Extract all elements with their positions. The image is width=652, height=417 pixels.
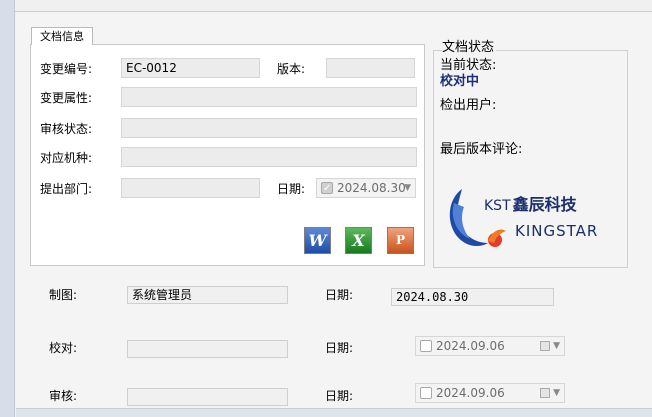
- label-mask: [94, 121, 108, 137]
- dept-field[interactable]: [121, 178, 260, 198]
- word-icon[interactable]: W: [304, 227, 331, 254]
- model-label: 对应机种:: [40, 151, 93, 165]
- change-no-label: 变更编号:: [40, 62, 93, 76]
- date-checkbox[interactable]: [321, 180, 333, 198]
- model-field[interactable]: [121, 147, 417, 167]
- checker-date-value: 2024.09.06: [436, 339, 505, 353]
- review-state-field[interactable]: [121, 118, 417, 138]
- chevron-down-icon[interactable]: ▼: [553, 384, 560, 402]
- powerpoint-icon[interactable]: P: [387, 227, 414, 254]
- document-status-title: 文档状态: [442, 39, 497, 57]
- label-mask: [94, 90, 108, 106]
- version-field[interactable]: [326, 58, 415, 78]
- checker-date-picker[interactable]: 2024.09.06 ▼: [415, 336, 565, 356]
- drafter-label: 制图:: [49, 288, 78, 302]
- drafter-date-field[interactable]: 2024.08.30: [391, 288, 554, 306]
- label-mask: [94, 181, 108, 197]
- change-no-field[interactable]: EC-0012: [121, 58, 260, 78]
- change-attr-field[interactable]: [121, 87, 417, 107]
- tab-document-info[interactable]: 文档信息: [31, 27, 93, 45]
- chevron-down-icon[interactable]: ▼: [553, 337, 560, 355]
- label-mask: [310, 61, 324, 77]
- reviewer-label: 审核:: [49, 389, 78, 403]
- reviewer-field[interactable]: [127, 388, 288, 406]
- checker-field[interactable]: [127, 340, 288, 358]
- label-mask: [94, 150, 108, 166]
- reviewer-date-label: 日期:: [325, 389, 354, 403]
- left-strip: [0, 0, 15, 417]
- review-state-label: 审核状态:: [40, 122, 93, 136]
- checker-date-label: 日期:: [325, 341, 354, 355]
- logo-company-name: KST 鑫辰科技: [484, 195, 577, 214]
- checker-label: 校对:: [49, 341, 78, 355]
- excel-icon[interactable]: X: [345, 227, 372, 254]
- last-comment-label: 最后版本评论:: [440, 142, 523, 157]
- change-attr-label: 变更属性:: [40, 91, 93, 105]
- reviewer-date-value: 2024.09.06: [436, 386, 505, 400]
- calendar-icon[interactable]: [540, 388, 550, 398]
- checkout-user-label: 检出用户:: [440, 98, 497, 113]
- calendar-icon[interactable]: [540, 341, 550, 351]
- chevron-down-icon[interactable]: ▼: [404, 179, 411, 197]
- bottom-scroll-strip: [16, 408, 652, 417]
- date-value: 2024.08.30: [337, 181, 406, 195]
- drafter-date-label: 日期:: [325, 288, 354, 302]
- reviewer-date-picker[interactable]: 2024.09.06 ▼: [415, 383, 565, 403]
- drafter-field[interactable]: 系统管理员: [127, 286, 288, 304]
- date-label: 日期:: [277, 182, 306, 196]
- label-mask: [94, 61, 108, 77]
- date-picker[interactable]: 2024.08.30 ▼: [316, 178, 416, 198]
- logo-english-name: KINGSTAR: [515, 222, 599, 240]
- reviewer-date-checkbox[interactable]: [420, 387, 432, 399]
- version-label: 版本:: [277, 62, 306, 76]
- checker-date-checkbox[interactable]: [420, 340, 432, 352]
- current-state-value: 校对中: [440, 74, 480, 89]
- dept-label: 提出部门:: [40, 182, 93, 196]
